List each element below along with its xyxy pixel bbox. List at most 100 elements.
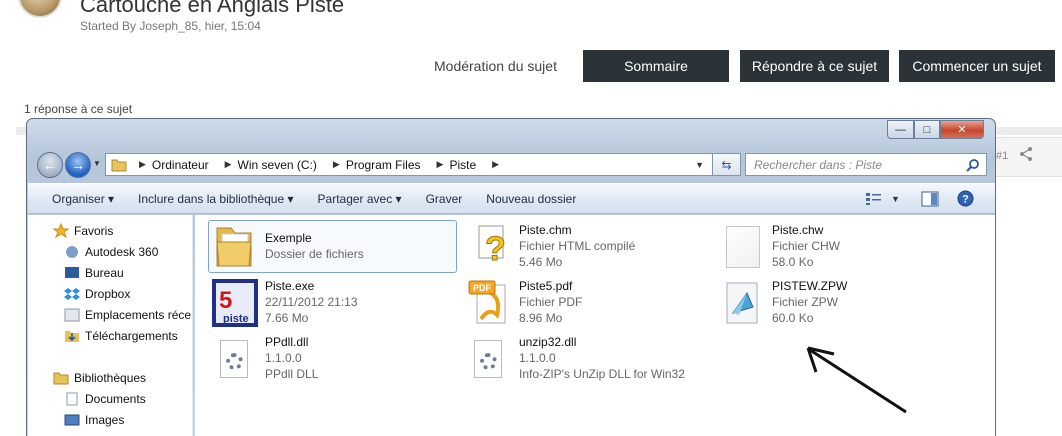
file-description: Info-ZIP's UnZip DLL for Win32 xyxy=(519,367,685,381)
nav-autodesk-360[interactable]: Autodesk 360 xyxy=(85,245,158,259)
file-size: 60.0 Ko xyxy=(772,311,814,325)
new-folder-button[interactable]: Nouveau dossier xyxy=(486,192,576,206)
breadcrumb-program-files[interactable]: Program Files xyxy=(346,158,421,172)
svg-text:?: ? xyxy=(485,230,506,268)
cloud-globe-icon xyxy=(66,246,78,258)
preview-pane-icon xyxy=(921,191,939,206)
file-item-exemple-text[interactable]: Exemple Dossier de fichiers xyxy=(265,230,364,262)
refresh-icon: ⇆ xyxy=(721,157,732,172)
nav-recent-places[interactable]: Emplacements récents xyxy=(85,308,191,322)
view-options-button[interactable]: ▼ xyxy=(865,190,900,207)
breadcrumb-separator[interactable]: ▶ xyxy=(333,159,340,170)
breadcrumb-drive[interactable]: Win seven (C:) xyxy=(238,158,317,172)
breadcrumb-computer[interactable]: Ordinateur xyxy=(152,158,209,172)
nav-libraries[interactable]: Bibliothèques xyxy=(74,371,146,385)
nav-documents[interactable]: Documents xyxy=(85,392,146,406)
zpw-file-icon xyxy=(726,282,758,324)
breadcrumb-separator[interactable]: ▶ xyxy=(225,159,232,170)
share-with-menu[interactable]: Partager avec ▾ xyxy=(318,192,402,206)
burn-button[interactable]: Graver xyxy=(426,192,463,206)
help-button[interactable]: ? xyxy=(957,190,974,207)
file-type: Dossier de fichiers xyxy=(265,247,364,261)
piste-app-number: 5 xyxy=(219,287,232,314)
file-item-piste-exe[interactable]: Piste.exe 22/11/2012 21:13 7.66 Mo xyxy=(265,278,358,326)
star-icon xyxy=(53,223,69,239)
nav-bureau[interactable]: Bureau xyxy=(85,266,124,280)
include-in-library-menu[interactable]: Inclure dans la bibliothèque ▾ xyxy=(138,192,293,206)
new-topic-button[interactable]: Commencer un sujet xyxy=(899,50,1055,82)
breadcrumb-separator[interactable]: ▶ xyxy=(437,159,444,170)
nav-downloads[interactable]: Téléchargements xyxy=(85,329,178,343)
address-bar[interactable]: ▶ Ordinateur ▶ Win seven (C:) ▶ Program … xyxy=(105,153,713,176)
desktop-icon xyxy=(65,267,79,278)
breadcrumb-piste[interactable]: Piste xyxy=(449,158,476,172)
file-type: Fichier ZPW xyxy=(772,295,838,309)
dll-gear-icon xyxy=(474,340,502,378)
file-size: 5.46 Mo xyxy=(519,255,563,269)
summary-button[interactable]: Sommaire xyxy=(583,50,729,82)
pdf-badge: PDF xyxy=(473,283,492,293)
search-box[interactable]: Rechercher dans : Piste xyxy=(745,153,987,176)
breadcrumb-separator[interactable]: ▶ xyxy=(139,159,146,170)
documents-icon xyxy=(66,392,78,406)
topic-meta: Started By Joseph_85, hier, 15:04 xyxy=(80,19,261,33)
file-type: Fichier HTML compilé xyxy=(519,239,636,253)
file-item-piste-chm[interactable]: Piste.chm Fichier HTML compilé 5.46 Mo xyxy=(519,222,635,270)
reply-count: 1 réponse à ce sujet xyxy=(24,102,133,116)
images-icon xyxy=(64,414,80,426)
nav-favorites[interactable]: Favoris xyxy=(74,224,113,238)
topic-title: Cartouche en Anglais Piste xyxy=(80,0,345,17)
annotation-arrow xyxy=(806,346,907,414)
chm-help-icon: ? xyxy=(478,225,506,268)
command-bar: Organiser ▾ Inclure dans la bibliothèque… xyxy=(28,183,995,214)
file-item-pistew-zpw[interactable]: PISTEW.ZPW Fichier ZPW 60.0 Ko xyxy=(772,278,847,326)
file-size: 7.66 Mo xyxy=(265,311,309,325)
downloads-icon xyxy=(65,331,79,342)
piste-app-icon: 5piste xyxy=(212,279,258,327)
file-name: Exemple xyxy=(265,231,312,245)
breadcrumb-separator[interactable]: ▶ xyxy=(492,159,499,170)
navigation-pane: Favoris Autodesk 360 Bureau Dropbox Empl… xyxy=(28,215,193,436)
blank-file-icon xyxy=(726,226,760,268)
file-item-unzip32-dll[interactable]: unzip32.dll 1.1.0.0 Info-ZIP's UnZip DLL… xyxy=(519,334,685,382)
file-type: Fichier PDF xyxy=(519,295,583,309)
file-description: PPdll DLL xyxy=(265,367,319,381)
moderation-menu[interactable]: Modération du sujet xyxy=(434,58,557,74)
forward-button[interactable]: → xyxy=(65,152,91,178)
topic-author-avatar[interactable] xyxy=(18,0,62,18)
file-type: Fichier CHW xyxy=(772,239,840,253)
reply-button[interactable]: Répondre à ce sujet xyxy=(740,50,889,82)
file-name: Piste5.pdf xyxy=(519,279,573,293)
nav-images[interactable]: Images xyxy=(85,413,124,427)
file-date: 22/11/2012 21:13 xyxy=(265,295,358,309)
share-icon[interactable] xyxy=(1018,146,1034,162)
minimize-button[interactable]: — xyxy=(887,120,914,139)
file-name: Piste.chw xyxy=(772,223,824,237)
file-item-ppdll-dll[interactable]: PPdll.dll 1.1.0.0 PPdll DLL xyxy=(265,334,318,382)
pdf-file-icon: PDF xyxy=(468,280,506,324)
file-size: 8.96 Mo xyxy=(519,311,563,325)
dropbox-icon xyxy=(64,288,80,300)
refresh-button[interactable]: ⇆ xyxy=(713,153,741,176)
file-name: PPdll.dll xyxy=(265,335,309,349)
file-name: Piste.chm xyxy=(519,223,572,237)
folder-icon xyxy=(216,227,252,267)
maximize-button[interactable]: □ xyxy=(914,120,940,139)
search-placeholder: Rechercher dans : Piste xyxy=(754,157,883,172)
svg-text:?: ? xyxy=(962,194,969,206)
recent-pages-dropdown[interactable]: ▼ xyxy=(93,159,101,168)
recent-places-icon xyxy=(64,308,80,322)
piste-app-word: piste xyxy=(223,313,249,325)
file-name: PISTEW.ZPW xyxy=(772,279,848,293)
search-icon[interactable] xyxy=(966,158,980,172)
close-button[interactable]: ✕ xyxy=(940,120,984,139)
preview-pane-button[interactable] xyxy=(921,190,939,207)
file-item-piste-chw[interactable]: Piste.chw Fichier CHW 58.0 Ko xyxy=(772,222,840,270)
nav-dropbox[interactable]: Dropbox xyxy=(85,287,130,301)
address-dropdown-icon[interactable]: ▼ xyxy=(695,160,704,170)
post-number-link[interactable]: #1 xyxy=(996,150,1008,162)
file-item-piste5-pdf[interactable]: Piste5.pdf Fichier PDF 8.96 Mo xyxy=(519,278,582,326)
organize-menu[interactable]: Organiser ▾ xyxy=(52,192,114,206)
file-name: Piste.exe xyxy=(265,279,315,293)
back-button[interactable]: ← xyxy=(37,152,63,178)
